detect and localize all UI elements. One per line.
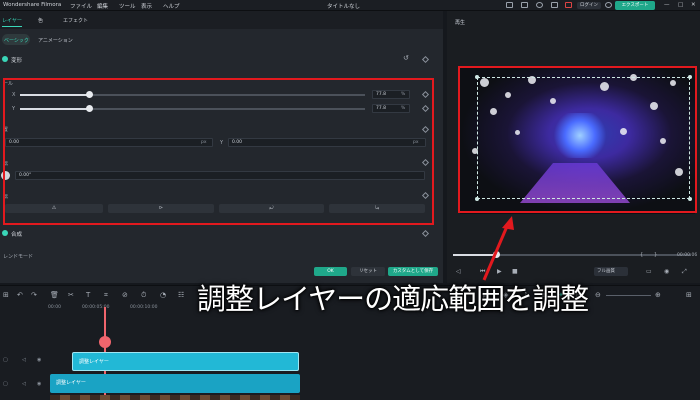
zoom-out-icon[interactable]: ⊖ [595, 291, 601, 299]
export-button[interactable]: エクスポート [615, 1, 655, 10]
fullscreen-icon[interactable]: ⤢ [682, 268, 687, 276]
highlight-frame [3, 78, 434, 225]
preview-highlight-frame [458, 66, 697, 213]
blend-mode-label: レンドモード [3, 254, 34, 260]
arrow-annotation [482, 216, 514, 281]
maximize-icon[interactable]: □ [678, 2, 683, 8]
menu-view[interactable]: 表示 [141, 2, 152, 10]
zoom-in-icon[interactable]: ⊕ [655, 291, 661, 299]
bracket-out-icon[interactable]: } [654, 252, 657, 258]
app-title: Wondershare Filmora [3, 2, 62, 8]
layout-icon[interactable]: ⊞ [3, 291, 9, 299]
minimize-icon[interactable]: — [664, 2, 670, 8]
tab-layer[interactable]: レイヤー [2, 17, 22, 27]
prev-frame-icon[interactable]: ◁ [456, 268, 461, 275]
track-audio-icon[interactable]: ◁ [22, 357, 26, 363]
close-icon[interactable]: ✕ [691, 2, 696, 8]
track-lock-icon[interactable]: ▢ [3, 357, 8, 363]
tag-icon[interactable]: ⊘ [122, 291, 128, 299]
save-custom-button[interactable]: カスタムとして保存 [388, 267, 438, 276]
monitor-icon[interactable] [506, 2, 513, 8]
transform-toggle[interactable] [2, 56, 8, 62]
track-audio-icon[interactable]: ◁ [22, 381, 26, 387]
monitor-icon[interactable]: ▭ [646, 268, 652, 275]
tab-color[interactable]: 色 [38, 17, 43, 24]
cart-icon[interactable] [565, 2, 572, 8]
cut-icon[interactable]: ✂ [68, 291, 74, 299]
cloud-icon[interactable] [536, 2, 543, 8]
tick-label: 00:00:10:00 [130, 305, 158, 310]
subtab-basic[interactable]: ベーシック [4, 37, 29, 44]
track-eye-icon[interactable]: ◉ [37, 381, 41, 387]
preview-time: 00:00:06 [677, 253, 698, 258]
subtab-animation[interactable]: アニメーション [38, 37, 73, 44]
composite-toggle[interactable] [2, 230, 8, 236]
camera-icon[interactable]: ◉ [664, 268, 669, 275]
delete-icon[interactable]: 🗑 [50, 291, 59, 299]
composite-label: 合成 [11, 232, 23, 238]
quality-select[interactable]: フル画質 [594, 267, 628, 276]
undo-icon[interactable]: ↶ [17, 291, 23, 299]
transform-label: 変形 [11, 58, 23, 64]
menu-help[interactable]: ヘルプ [163, 2, 180, 10]
reset-icon[interactable]: ↺ [403, 54, 409, 62]
caption-text: 調整レイヤーの適応範囲を調整 [197, 282, 589, 316]
account-icon[interactable] [605, 2, 612, 8]
property-tabs: レイヤー 色 エフェクト [0, 11, 443, 29]
tab-effect[interactable]: エフェクト [63, 17, 88, 24]
adjustment-layer-clip[interactable]: 調整レイヤー [72, 352, 299, 371]
timer-icon[interactable]: ◔ [160, 291, 166, 299]
tick-label: 00:00 [48, 305, 61, 310]
crop-icon[interactable]: ⌗ [104, 291, 108, 300]
document-title: タイトルなし [327, 4, 361, 10]
track-lock-icon[interactable]: ▢ [3, 381, 8, 387]
save-icon[interactable] [521, 2, 528, 8]
playhead-scissor-icon[interactable] [99, 336, 111, 348]
mail-icon[interactable] [551, 2, 558, 8]
menu-bar: Wondershare Filmora ファイル 編集 ツール 表示 ヘルプ タ… [0, 0, 700, 11]
adjust-icon[interactable]: ☷ [178, 291, 184, 299]
video-clip-thumbnails[interactable] [50, 395, 300, 400]
menu-file[interactable]: ファイル [70, 2, 92, 10]
text-icon[interactable]: T [86, 291, 90, 299]
ok-button[interactable]: OK [314, 267, 347, 276]
speed-icon[interactable]: ⏱ [141, 291, 146, 300]
menu-tools[interactable]: ツール [119, 2, 136, 10]
reset-button[interactable]: リセット [351, 267, 385, 276]
track-eye-icon[interactable]: ◉ [37, 357, 41, 363]
grid-icon[interactable]: ⊞ [686, 291, 692, 299]
zoom-slider[interactable] [606, 295, 651, 296]
menu-edit[interactable]: 編集 [97, 2, 108, 10]
bracket-in-icon[interactable]: { [640, 252, 643, 258]
login-button[interactable]: ログイン [577, 2, 601, 9]
preview-title: 再生 [455, 20, 466, 26]
redo-icon[interactable]: ↷ [31, 291, 37, 299]
adjustment-layer-clip[interactable]: 調整レイヤー [50, 374, 300, 393]
